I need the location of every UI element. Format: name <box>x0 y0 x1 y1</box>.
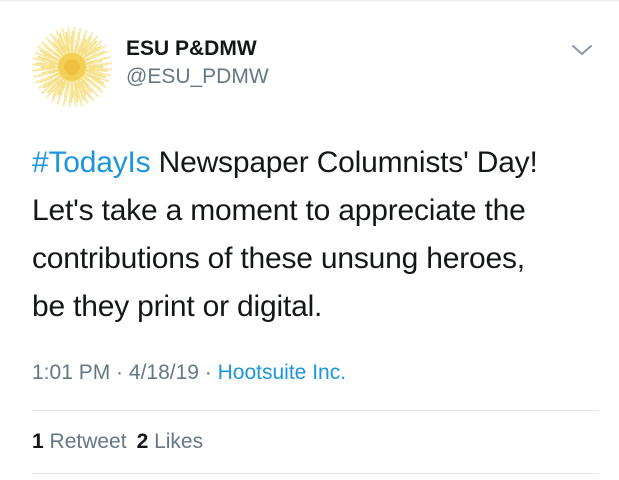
retweet-count: 1 <box>32 430 44 453</box>
avatar-petal <box>32 63 50 67</box>
tweet-line-3: contributions of these unsung heroes, <box>32 242 525 275</box>
tweet-line-4: be they print or digital. <box>32 290 323 323</box>
like-count: 2 <box>136 430 149 453</box>
avatar[interactable] <box>32 27 112 107</box>
author-handle[interactable]: @ESU_PDMW <box>126 65 269 89</box>
divider <box>32 473 599 474</box>
like-stat[interactable]: 2 Likes <box>137 430 204 453</box>
tweet-text: #TodayIs Newspaper Columnists' Day! Let'… <box>32 139 607 331</box>
avatar-petal <box>68 89 72 107</box>
divider <box>32 410 599 411</box>
meta-separator: · <box>198 361 218 384</box>
tweet-line-1: #TodayIs Newspaper Columnists' Day! <box>32 139 607 187</box>
avatar-petal <box>72 27 76 45</box>
tweet-source-link[interactable]: Hootsuite Inc. <box>218 361 346 384</box>
tweet-line-2: Let's take a moment to appreciate the <box>32 194 526 227</box>
retweet-stat[interactable]: 1 Retweet <box>32 430 127 453</box>
avatar-petal <box>94 67 112 71</box>
tweet-time[interactable]: 1:01 PM <box>32 361 110 384</box>
tweet-stats: 1 Retweet 2 Likes <box>32 429 203 455</box>
chevron-down-icon[interactable] <box>569 39 595 61</box>
dandelion-avatar-icon <box>32 27 112 107</box>
hashtag-link[interactable]: #TodayIs <box>32 146 151 179</box>
like-label: Likes <box>148 430 204 453</box>
author-display-name[interactable]: ESU P&DMW <box>126 37 257 61</box>
tweet-meta: 1:01 PM · 4/18/19 · Hootsuite Inc. <box>32 360 346 386</box>
retweet-label: Retweet <box>43 430 127 453</box>
tweet-line-1-text: Newspaper Columnists' Day! <box>150 146 538 179</box>
tweet-date[interactable]: 4/18/19 <box>129 361 199 384</box>
tweet-detail: ESU P&DMW @ESU_PDMW #TodayIs Newspaper C… <box>0 0 619 480</box>
meta-separator: · <box>110 361 129 384</box>
